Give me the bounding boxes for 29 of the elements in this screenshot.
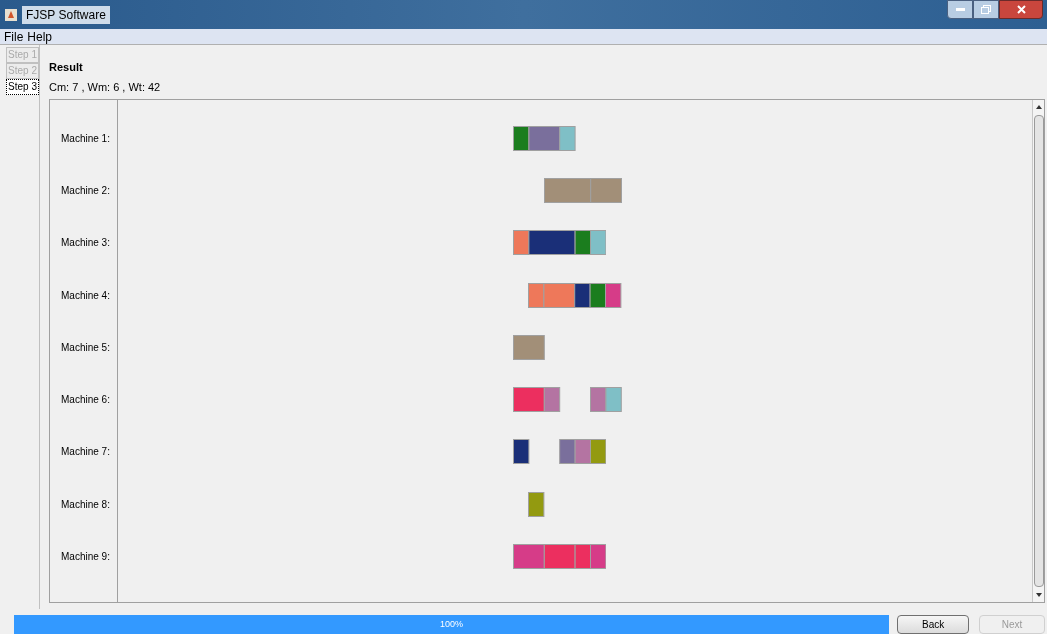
machine-label: Machine 1: [61,131,110,146]
result-summary: Cm: 7 , Wm: 6 , Wt: 42 [49,79,162,95]
close-button[interactable] [999,0,1043,19]
menu-item[interactable]: Help [27,27,53,46]
close-icon [1016,5,1026,14]
machine-label: Machine 8: [61,497,110,512]
progress-text: 100% [439,617,465,631]
app-icon [4,7,18,22]
machine-label: Machine 5: [61,340,110,355]
scroll-down-icon [1035,593,1042,597]
menu-item[interactable]: File [4,27,24,46]
machine-label: Machine 2: [61,183,110,198]
scroll-up-icon [1035,105,1042,109]
machine-label: Machine 6: [61,393,110,408]
schedule-bar-drawing [513,125,576,151]
step-tab[interactable]: Step 3 [6,79,39,95]
restore-icon [981,5,991,14]
window-title: FJSP Software [22,5,110,24]
machine-label: Machine 9: [61,550,110,564]
schedule-bar-drawing [528,491,545,517]
schedule-bar-drawing [513,334,545,360]
minimize-icon [955,8,965,11]
minimize-button[interactable] [947,0,973,19]
machine-label: Machine 7: [61,445,110,460]
maximize-button[interactable] [973,0,999,19]
machine-label: Machine 3: [61,236,110,251]
result-title: Result [49,60,84,75]
nav-button[interactable]: Back [897,615,970,634]
machine-label: Machine 4: [61,288,110,303]
